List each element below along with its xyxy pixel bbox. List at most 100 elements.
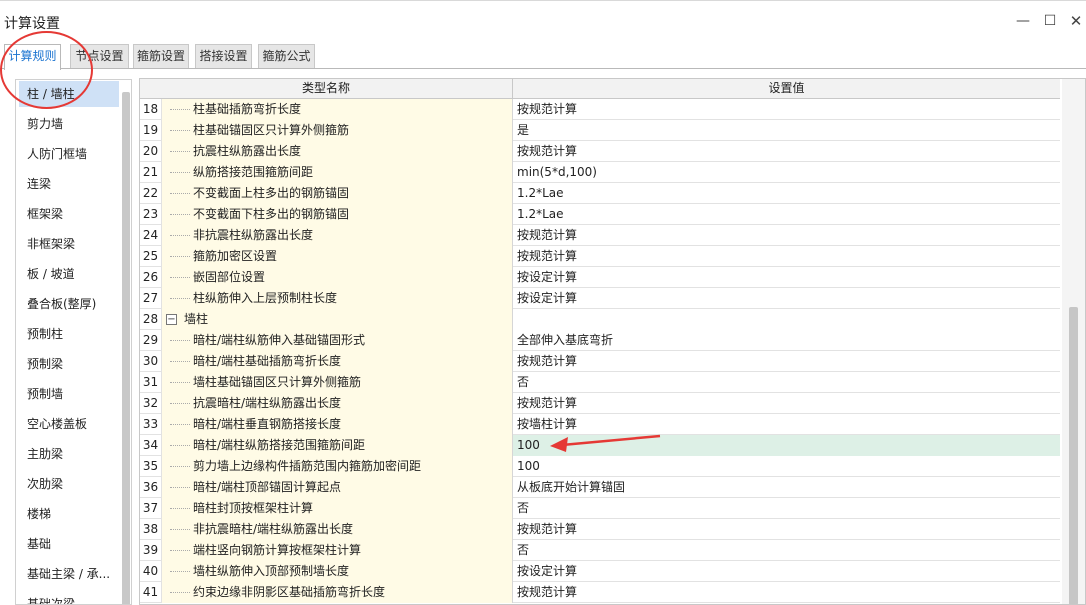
setting-value-cell[interactable]: 1.2*Lae — [513, 183, 1060, 204]
sidebar-item[interactable]: 空心楼盖板 — [19, 411, 119, 437]
setting-value-cell[interactable]: 按设定计算 — [513, 267, 1060, 288]
setting-value-cell[interactable]: 按规范计算 — [513, 141, 1060, 162]
type-name-text: 不变截面上柱多出的钢筋锚固 — [193, 186, 350, 200]
table-row[interactable]: 27 柱纵筋伸入上层预制柱长度 按设定计算 — [140, 288, 1060, 309]
table-row[interactable]: 36 暗柱/端柱顶部锚固计算起点 从板底开始计算锚固 — [140, 477, 1060, 498]
type-name-cell: 抗震暗柱/端柱纵筋露出长度 — [162, 393, 513, 414]
sidebar-item[interactable]: 预制柱 — [19, 321, 119, 347]
table-row[interactable]: 41 约束边缘非阴影区基础插筋弯折长度 按规范计算 — [140, 582, 1060, 603]
sidebar-item[interactable]: 柱 / 墙柱 — [19, 81, 119, 107]
tab-node-settings[interactable]: 节点设置 — [70, 44, 129, 68]
row-number: 30 — [140, 351, 162, 372]
table-row[interactable]: 20 抗震柱纵筋露出长度 按规范计算 — [140, 141, 1060, 162]
setting-value-cell[interactable]: 是 — [513, 120, 1060, 141]
table-row[interactable]: 31 墙柱基础锚固区只计算外侧箍筋 否 — [140, 372, 1060, 393]
grid-scrollbar-thumb[interactable] — [1069, 307, 1078, 604]
setting-value-cell[interactable]: 按规范计算 — [513, 99, 1060, 120]
table-row[interactable]: 33 暗柱/端柱垂直钢筋搭接长度 按墙柱计算 — [140, 414, 1060, 435]
table-row[interactable]: 25 箍筋加密区设置 按规范计算 — [140, 246, 1060, 267]
tree-connector — [170, 487, 190, 488]
setting-value-cell[interactable]: 100 — [513, 435, 1060, 456]
table-row[interactable]: 32 抗震暗柱/端柱纵筋露出长度 按规范计算 — [140, 393, 1060, 414]
setting-value-cell[interactable]: 按规范计算 — [513, 582, 1060, 603]
sidebar-item[interactable]: 基础主梁 / 承... — [19, 561, 119, 587]
setting-value-cell[interactable]: 按规范计算 — [513, 393, 1060, 414]
table-row[interactable]: 26 嵌固部位设置 按设定计算 — [140, 267, 1060, 288]
row-number: 19 — [140, 120, 162, 141]
table-row[interactable]: 29 暗柱/端柱纵筋伸入基础锚固形式 全部伸入基底弯折 — [140, 330, 1060, 351]
sidebar-item[interactable]: 连梁 — [19, 171, 119, 197]
sidebar-scrollbar[interactable] — [122, 92, 130, 604]
table-row[interactable]: 38 非抗震暗柱/端柱纵筋露出长度 按规范计算 — [140, 519, 1060, 540]
row-number: 31 — [140, 372, 162, 393]
setting-value-cell[interactable]: 按设定计算 — [513, 288, 1060, 309]
tab-stirrup-settings[interactable]: 箍筋设置 — [133, 44, 189, 68]
sidebar-item[interactable]: 基础 — [19, 531, 119, 557]
table-row[interactable]: 22 不变截面上柱多出的钢筋锚固 1.2*Lae — [140, 183, 1060, 204]
setting-value-cell[interactable]: 从板底开始计算锚固 — [513, 477, 1060, 498]
row-number: 25 — [140, 246, 162, 267]
sidebar-item[interactable]: 框架梁 — [19, 201, 119, 227]
tab-calc-rules[interactable]: 计算规则 — [4, 44, 61, 70]
sidebar-item[interactable]: 剪力墙 — [19, 111, 119, 137]
tab-stirrup-formula[interactable]: 箍筋公式 — [258, 44, 315, 68]
table-row[interactable]: 37 暗柱封顶按框架柱计算 否 — [140, 498, 1060, 519]
setting-value-cell[interactable]: 按规范计算 — [513, 351, 1060, 372]
sidebar-item[interactable]: 非框架梁 — [19, 231, 119, 257]
table-row[interactable]: 35 剪力墙上边缘构件插筋范围内箍筋加密间距 100 — [140, 456, 1060, 477]
tree-connector — [170, 256, 190, 257]
setting-value-cell[interactable]: 100 — [513, 456, 1060, 477]
setting-value-cell[interactable]: 按规范计算 — [513, 519, 1060, 540]
close-button[interactable]: ✕ — [1066, 11, 1086, 31]
header-setting-value[interactable]: 设置值 — [513, 79, 1060, 99]
setting-value-cell[interactable]: 全部伸入基底弯折 — [513, 330, 1060, 351]
row-number: 37 — [140, 498, 162, 519]
setting-value-cell[interactable]: min(5*d,100) — [513, 162, 1060, 183]
sidebar-item[interactable]: 预制梁 — [19, 351, 119, 377]
sidebar-item[interactable]: 叠合板(整厚) — [19, 291, 119, 317]
table-row[interactable]: 21 纵筋搭接范围箍筋间距 min(5*d,100) — [140, 162, 1060, 183]
sidebar-item[interactable]: 主肋梁 — [19, 441, 119, 467]
sidebar-item[interactable]: 楼梯 — [19, 501, 119, 527]
setting-value-cell[interactable]: 按设定计算 — [513, 561, 1060, 582]
minimize-button[interactable]: — — [1013, 11, 1033, 31]
setting-value-cell[interactable]: 按规范计算 — [513, 225, 1060, 246]
table-row[interactable]: 34 暗柱/端柱纵筋搭接范围箍筋间距 100 — [140, 435, 1060, 456]
setting-value-cell[interactable] — [513, 309, 1060, 330]
type-name-text: 不变截面下柱多出的钢筋锚固 — [193, 207, 350, 221]
setting-value-cell[interactable]: 按规范计算 — [513, 246, 1060, 267]
table-row[interactable]: 23 不变截面下柱多出的钢筋锚固 1.2*Lae — [140, 204, 1060, 225]
tab-lap-settings[interactable]: 搭接设置 — [195, 44, 252, 68]
sidebar-item[interactable]: 预制墙 — [19, 381, 119, 407]
table-row[interactable]: 40 墙柱纵筋伸入顶部预制墙长度 按设定计算 — [140, 561, 1060, 582]
setting-value-cell[interactable]: 按墙柱计算 — [513, 414, 1060, 435]
table-row[interactable]: 39 端柱竖向钢筋计算按框架柱计算 否 — [140, 540, 1060, 561]
collapse-icon[interactable]: − — [166, 314, 177, 325]
sidebar-item[interactable]: 人防门框墙 — [19, 141, 119, 167]
tree-connector — [170, 151, 190, 152]
type-name-cell: 不变截面下柱多出的钢筋锚固 — [162, 204, 513, 225]
type-name-text: 非抗震暗柱/端柱纵筋露出长度 — [193, 522, 354, 536]
maximize-button[interactable]: ☐ — [1040, 11, 1060, 31]
type-name-cell: 纵筋搭接范围箍筋间距 — [162, 162, 513, 183]
sidebar-item[interactable]: 基础次梁 — [19, 591, 119, 604]
setting-value-cell[interactable]: 1.2*Lae — [513, 204, 1060, 225]
setting-value-cell[interactable]: 否 — [513, 372, 1060, 393]
type-name-cell: 箍筋加密区设置 — [162, 246, 513, 267]
table-row[interactable]: 19 柱基础锚固区只计算外侧箍筋 是 — [140, 120, 1060, 141]
group-row[interactable]: 28− 墙柱 — [140, 309, 1060, 330]
table-row[interactable]: 30 暗柱/端柱基础插筋弯折长度 按规范计算 — [140, 351, 1060, 372]
sidebar-item[interactable]: 次肋梁 — [19, 471, 119, 497]
table-row[interactable]: 18 柱基础插筋弯折长度 按规范计算 — [140, 99, 1060, 120]
setting-value-cell[interactable]: 否 — [513, 498, 1060, 519]
tree-connector — [170, 466, 190, 467]
component-type-list: 柱 / 墙柱 剪力墙人防门框墙连梁框架梁非框架梁板 / 坡道 叠合板(整厚) 预制柱预… — [15, 79, 132, 605]
table-row[interactable]: 24 非抗震柱纵筋露出长度 按规范计算 — [140, 225, 1060, 246]
tree-connector — [170, 340, 190, 341]
sidebar-item[interactable]: 板 / 坡道 — [19, 261, 119, 287]
setting-value-cell[interactable]: 否 — [513, 540, 1060, 561]
type-name-text: 暗柱/端柱纵筋搭接范围箍筋间距 — [193, 438, 366, 452]
header-type-name[interactable]: 类型名称 — [140, 79, 513, 99]
grid-scrollbar[interactable] — [1062, 79, 1085, 604]
tree-connector — [170, 424, 190, 425]
